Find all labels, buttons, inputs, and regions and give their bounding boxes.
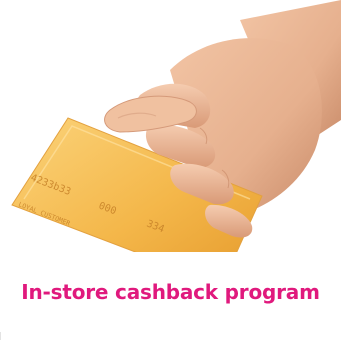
promo-title[interactable]: In-store cashback program bbox=[21, 277, 321, 307]
promo-tile[interactable]: 4233b33 000 334 LOYAL CUSTOMER In-store … bbox=[0, 0, 341, 340]
hand-holding-card-image: 4233b33 000 334 LOYAL CUSTOMER bbox=[0, 0, 341, 255]
caption-panel: In-store cashback program bbox=[0, 252, 341, 332]
